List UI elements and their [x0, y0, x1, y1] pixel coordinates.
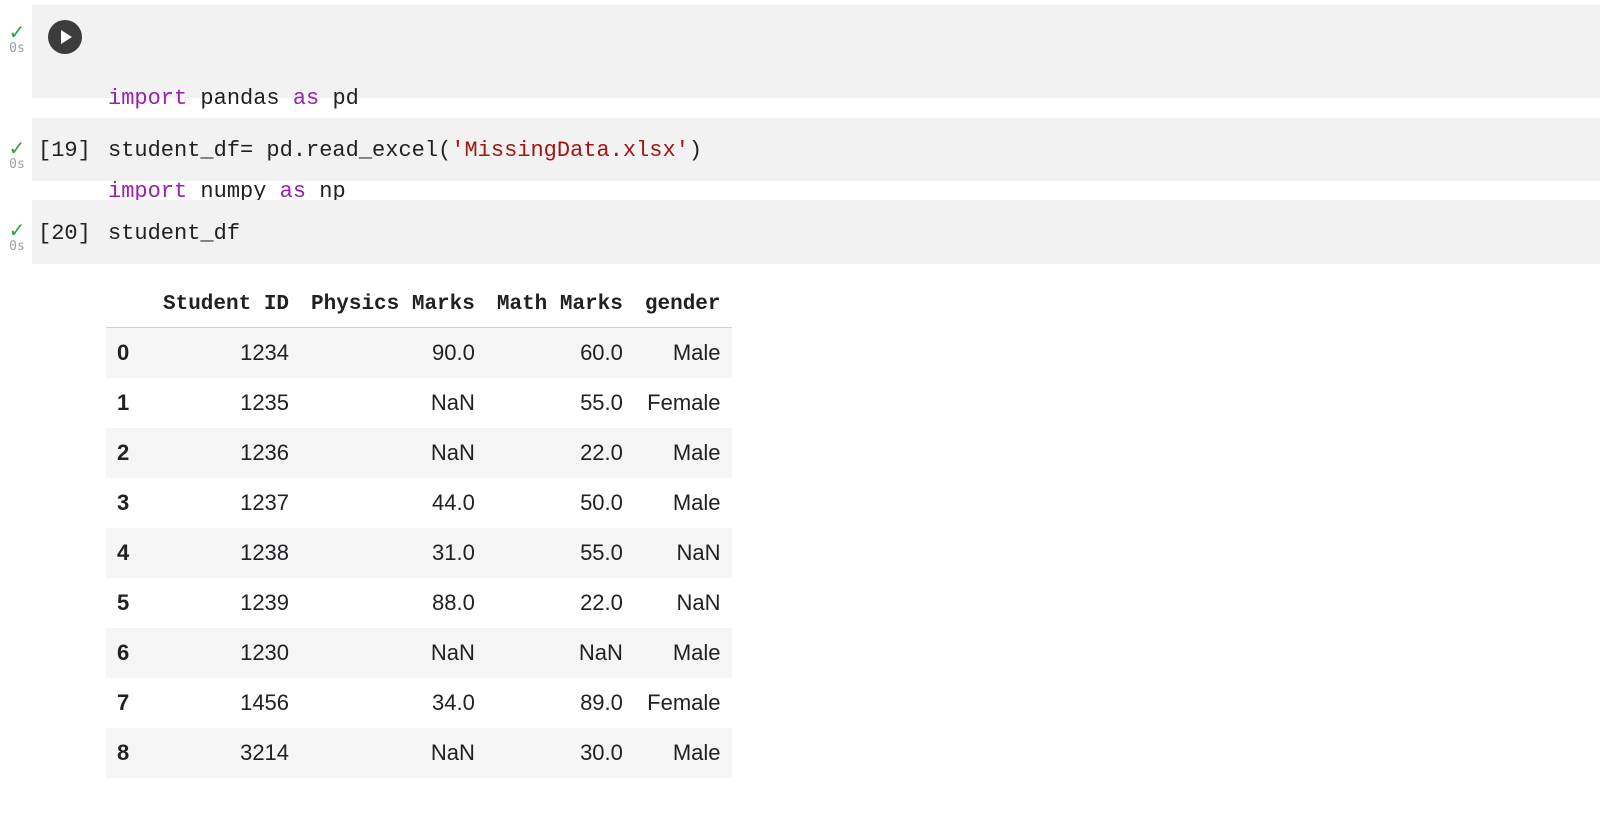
column-header: Physics Marks: [300, 282, 486, 328]
table-cell: 89.0: [580, 690, 623, 715]
table-cell: 55.0: [580, 390, 623, 415]
table-cell: 88.0: [432, 590, 475, 615]
run-cell-button[interactable]: [48, 20, 82, 54]
table-cell: 55.0: [580, 540, 623, 565]
column-header: Math Marks: [485, 282, 634, 328]
play-icon: [61, 30, 72, 44]
row-index: 3: [117, 490, 130, 515]
check-icon: ✓: [8, 218, 26, 242]
table-cell: Male: [672, 740, 721, 765]
table-row: 7 1456 34.0 89.0 Female: [106, 678, 732, 728]
table-cell: 1234: [240, 340, 290, 365]
cell-status: ✓ 0s: [5, 138, 29, 172]
index-header: [106, 282, 152, 328]
table-cell: NaN: [430, 440, 475, 465]
row-index: 5: [117, 590, 130, 615]
table-cell: NaN: [676, 590, 721, 615]
table-row: 6 1230 NaN NaN Male: [106, 628, 732, 678]
table-cell: 31.0: [432, 540, 475, 565]
code-text: student_df: [108, 221, 241, 246]
code-cell-read-excel: ✓ 0s [19] student_df= pd.read_excel('Mis…: [0, 118, 1600, 182]
code-cell-display: ✓ 0s [20] student_df: [0, 200, 1600, 266]
table-row: 8 3214 NaN 30.0 Male: [106, 728, 732, 778]
table-cell: 22.0: [580, 440, 623, 465]
row-index: 4: [117, 540, 130, 565]
table-header-row: Student ID Physics Marks Math Marks gend…: [106, 282, 732, 328]
cell-duration: 0s: [9, 41, 25, 56]
table-cell: NaN: [578, 640, 623, 665]
identifier: ): [688, 138, 703, 163]
code-line: import pandas as pd: [108, 83, 359, 114]
check-icon: ✓: [8, 20, 26, 44]
dataframe-output: Student ID Physics Marks Math Marks gend…: [106, 282, 732, 778]
code-cell-imports: ✓ 0s import pandas as pd import numpy as…: [0, 0, 1600, 204]
row-index: 1: [117, 390, 130, 415]
column-header: Student ID: [152, 282, 301, 328]
table-cell: NaN: [430, 740, 475, 765]
table-cell: 34.0: [432, 690, 475, 715]
identifier: pandas: [187, 86, 293, 111]
table-cell: NaN: [430, 640, 475, 665]
execution-count: [20]: [38, 221, 91, 246]
table-row: 0 1234 90.0 60.0 Male: [106, 327, 732, 378]
code-editor[interactable]: [32, 200, 1600, 264]
table-cell: Male: [672, 640, 721, 665]
row-index: 6: [117, 640, 130, 665]
execution-count: [19]: [38, 138, 91, 163]
table-row: 3 1237 44.0 50.0 Male: [106, 478, 732, 528]
table-cell: Male: [672, 440, 721, 465]
column-header: gender: [633, 282, 732, 328]
table-row: 2 1236 NaN 22.0 Male: [106, 428, 732, 478]
table-row: 4 1238 31.0 55.0 NaN: [106, 528, 732, 578]
table-cell: 1230: [240, 640, 290, 665]
table-cell: Female: [647, 390, 721, 415]
table-cell: NaN: [676, 540, 721, 565]
row-index: 0: [117, 340, 130, 365]
table-cell: 44.0: [432, 490, 475, 515]
table-cell: NaN: [430, 390, 475, 415]
table-cell: Male: [672, 340, 721, 365]
table-cell: 3214: [240, 740, 290, 765]
table-cell: 1238: [240, 540, 290, 565]
row-index: 7: [117, 690, 130, 715]
table-row: 1 1235 NaN 55.0 Female: [106, 378, 732, 428]
identifier: pd: [319, 86, 359, 111]
check-icon: ✓: [8, 136, 26, 160]
table-cell: 1235: [240, 390, 290, 415]
table-cell: 90.0: [432, 340, 475, 365]
table-cell: 1237: [240, 490, 290, 515]
row-index: 2: [117, 440, 130, 465]
string-literal: 'MissingData.xlsx': [451, 138, 689, 163]
table-cell: 1456: [240, 690, 290, 715]
table-row: 5 1239 88.0 22.0 NaN: [106, 578, 732, 628]
identifier: student_df= pd.read_excel(: [108, 138, 452, 163]
code-text: student_df= pd.read_excel('MissingData.x…: [108, 135, 702, 166]
cell-duration: 0s: [9, 239, 25, 254]
table-cell: Female: [647, 690, 721, 715]
table-cell: 50.0: [580, 490, 623, 515]
cell-status: ✓ 0s: [5, 220, 29, 254]
table-cell: 1239: [240, 590, 290, 615]
table-cell: Male: [672, 490, 721, 515]
row-index: 8: [117, 740, 130, 765]
keyword: import: [108, 86, 188, 111]
table-cell: 22.0: [580, 590, 623, 615]
table-cell: 30.0: [580, 740, 623, 765]
table-cell: 60.0: [580, 340, 623, 365]
cell-duration: 0s: [9, 157, 25, 172]
table-cell: 1236: [240, 440, 290, 465]
keyword: as: [292, 86, 320, 111]
cell-status: ✓ 0s: [5, 22, 29, 56]
